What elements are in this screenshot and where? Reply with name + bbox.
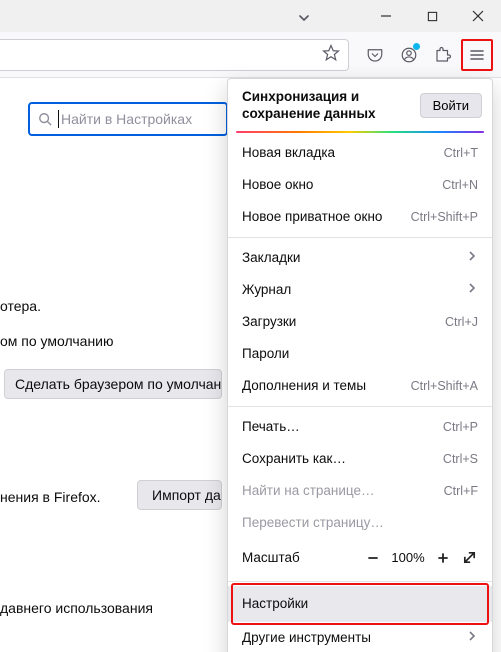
zoom-out-button[interactable] [360,545,386,571]
menu-item-label: Другие инструменты [242,629,371,647]
window-titlebar [0,0,501,32]
menu-item-new-tab[interactable]: Новая вкладка Ctrl+T [228,137,492,169]
menu-separator [228,237,492,238]
chevron-right-icon [466,249,478,267]
zoom-label: Масштаб [242,550,360,565]
menu-item-passwords[interactable]: Пароли [228,338,492,370]
shortcut-label: Ctrl+N [442,176,478,194]
chevron-right-icon [466,281,478,299]
menu-item-label: Пароли [242,345,289,363]
shortcut-label: Ctrl+Shift+P [411,208,478,226]
sign-in-button[interactable]: Войти [420,93,482,118]
menu-item-find-in-page: Найти на странице… Ctrl+F [228,475,492,507]
menu-item-label: Новое приватное окно [242,208,382,226]
shortcut-label: Ctrl+P [443,418,478,436]
extensions-button[interactable] [427,39,459,71]
firefox-gradient-separator [236,131,484,133]
window-close-button[interactable] [455,0,501,32]
menu-item-label: Настройки [242,595,308,613]
chevron-right-icon [466,629,478,647]
zoom-in-button[interactable] [430,545,456,571]
zoom-value: 100% [386,550,430,565]
menu-item-addons-themes[interactable]: Дополнения и темы Ctrl+Shift+A [228,370,492,402]
page-text-fragment: нения в Firefox. [0,489,101,505]
menu-item-downloads[interactable]: Загрузки Ctrl+J [228,306,492,338]
menu-item-save-as[interactable]: Сохранить как… Ctrl+S [228,443,492,475]
app-menu-button[interactable] [461,39,493,71]
menu-item-more-tools[interactable]: Другие инструменты [228,622,492,652]
menu-item-print[interactable]: Печать… Ctrl+P [228,411,492,443]
text-caret [58,110,59,128]
shortcut-label: Ctrl+T [444,144,478,162]
page-text-fragment: давнего использования [0,600,153,616]
menu-item-history[interactable]: Журнал [228,274,492,306]
menu-separator [228,406,492,407]
urlbar[interactable] [0,39,349,71]
notification-dot-icon [413,43,420,50]
app-menu-panel: Синхронизация и сохранение данных Войти … [227,78,493,652]
menu-item-label: Новая вкладка [242,144,335,162]
window-maximize-button[interactable] [409,0,455,32]
menu-item-new-private-window[interactable]: Новое приватное окно Ctrl+Shift+P [228,201,492,233]
account-button[interactable] [393,39,425,71]
menu-item-bookmarks[interactable]: Закладки [228,242,492,274]
shortcut-label: Ctrl+J [445,313,478,331]
shortcut-label: Ctrl+F [444,482,478,500]
bookmark-star-icon[interactable] [322,44,340,65]
menu-item-label: Дополнения и темы [242,377,366,395]
shortcut-label: Ctrl+S [443,450,478,468]
import-data-button[interactable]: Импорт данных [137,480,222,510]
fullscreen-button[interactable] [456,545,482,571]
sync-description: Синхронизация и сохранение данных [242,89,412,123]
browser-toolbar [0,32,501,78]
settings-search-input[interactable]: Найти в Настройках [28,102,228,136]
menu-item-label: Новое окно [242,176,313,194]
menu-item-label: Журнал [242,281,291,299]
menu-item-new-window[interactable]: Новое окно Ctrl+N [228,169,492,201]
make-default-browser-button[interactable]: Сделать браузером по умолчанию [4,369,222,399]
menu-item-label: Сохранить как… [242,450,346,468]
menu-separator [228,581,492,582]
tabs-overflow-chevron[interactable] [288,4,320,32]
page-text-fragment: отера. [0,298,41,314]
menu-item-settings[interactable]: Настройки [228,586,492,622]
menu-item-translate-page: Перевести страницу… [228,507,492,539]
page-text-fragment: ом по умолчанию [0,333,114,349]
menu-item-label: Перевести страницу… [242,514,384,532]
menu-item-label: Печать… [242,418,300,436]
menu-item-label: Найти на странице… [242,482,375,500]
pocket-button[interactable] [359,39,391,71]
search-placeholder: Найти в Настройках [61,111,192,127]
menu-item-label: Загрузки [242,313,296,331]
zoom-controls: Масштаб 100% [228,539,492,577]
menu-item-label: Закладки [242,249,300,267]
window-minimize-button[interactable] [363,0,409,32]
shortcut-label: Ctrl+Shift+A [411,377,478,395]
